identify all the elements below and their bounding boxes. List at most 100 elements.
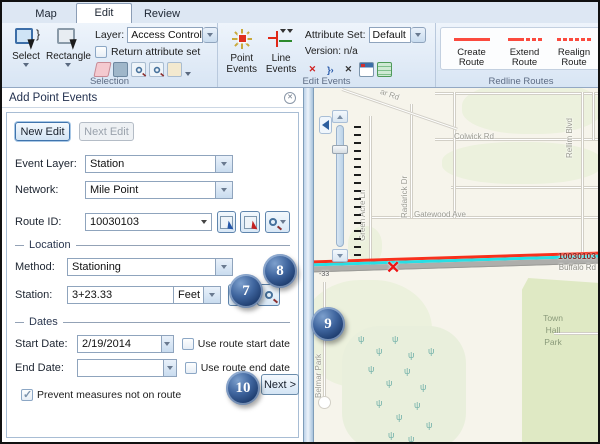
method-dropdown[interactable] — [216, 258, 233, 276]
method-value: Stationing — [67, 258, 216, 276]
event-layer-label: Event Layer: — [15, 158, 85, 170]
select-route-on-map-button[interactable] — [217, 211, 237, 233]
chevron-down-icon — [280, 220, 286, 224]
network-value: Mile Point — [85, 181, 216, 199]
location-section-separator: Location — [15, 239, 290, 251]
green-area — [442, 142, 598, 184]
selection-square-icon[interactable] — [113, 62, 128, 77]
zoom-tick — [354, 182, 361, 184]
move-event-icon[interactable]: ✕ — [341, 62, 356, 77]
point-events-icon — [229, 27, 255, 51]
layer-combo[interactable]: Access Control — [127, 27, 218, 43]
version-label: Version: n/a — [305, 46, 358, 57]
select-button[interactable]: } Select — [6, 25, 46, 75]
magnifier-icon — [269, 218, 277, 226]
close-icon[interactable]: ✕ — [284, 92, 296, 104]
zoom-in-button[interactable] — [332, 110, 348, 123]
rectangle-button[interactable]: Rectangle — [46, 25, 91, 75]
rectangle-select-icon — [56, 27, 80, 49]
zoom-tick — [354, 158, 361, 160]
station-units-dropdown[interactable] — [204, 286, 221, 304]
split-event-icon[interactable]: ✕ — [305, 62, 320, 77]
realign-route-button[interactable]: Realign Route — [551, 29, 597, 68]
network-dropdown[interactable] — [216, 181, 233, 199]
collapse-panel-button[interactable] — [319, 116, 332, 134]
callout-9: 9 — [311, 307, 345, 341]
zoom-tick — [354, 126, 361, 128]
return-attribute-set-checkbox[interactable] — [95, 46, 107, 58]
marsh-icon: ψ — [428, 346, 434, 356]
road-rellim — [581, 92, 584, 260]
clear-selection-icon[interactable] — [93, 62, 111, 77]
zoom-tick — [354, 230, 361, 232]
street-label-rellim: Rellim Blvd — [565, 100, 574, 158]
zoom-slider-track[interactable] — [336, 125, 344, 247]
zoom-tick — [354, 214, 361, 216]
road — [435, 92, 598, 95]
marsh-icon: ψ — [386, 378, 392, 388]
extend-route-button[interactable]: Extend Route — [498, 29, 551, 68]
marsh-icon: ψ — [388, 430, 394, 440]
station-input[interactable]: 3+23.33 — [67, 286, 174, 304]
line-events-button[interactable]: Line Events — [261, 25, 300, 75]
marsh-icon: ψ — [408, 350, 414, 360]
zoom-out-button[interactable] — [332, 249, 348, 262]
event-table-icon[interactable] — [377, 62, 392, 77]
chevron-down-icon[interactable] — [201, 220, 207, 224]
street-label-radarick: Radarick Dr — [400, 130, 409, 218]
next-edit-button[interactable]: Next Edit — [79, 122, 134, 141]
magnifier-icon — [265, 291, 273, 299]
tab-edit[interactable]: Edit — [76, 3, 132, 23]
chevron-down-icon[interactable] — [411, 27, 426, 43]
event-location-x-marker: ✕ — [386, 258, 400, 278]
app-window: Map Edit Review } Select Rectangle Layer… — [0, 0, 600, 444]
measure-label: -33 — [319, 271, 329, 278]
zoom-slider-thumb[interactable] — [332, 145, 348, 154]
event-window-icon[interactable] — [359, 62, 374, 77]
callout-7: 7 — [229, 274, 263, 308]
route-id-combo[interactable]: 10030103 — [85, 213, 212, 231]
next-button[interactable]: Next > — [261, 374, 299, 395]
new-edit-button[interactable]: New Edit — [15, 122, 70, 141]
marsh-icon: ψ — [396, 412, 402, 422]
zoom-slider[interactable] — [332, 110, 348, 262]
chevron-left-icon — [322, 120, 329, 130]
tab-map[interactable]: Map — [18, 4, 74, 23]
zoom-to-selection-icon[interactable] — [131, 62, 146, 77]
callout-8: 8 — [263, 254, 297, 288]
zoom-tick — [354, 190, 361, 192]
panel-map-splitter[interactable] — [304, 88, 314, 442]
create-route-button[interactable]: Create Route — [445, 29, 498, 68]
map-view[interactable]: ✕ ar Rd Colwick Rd Rellim Blvd Green Acr… — [314, 88, 598, 442]
end-date-input[interactable] — [77, 359, 164, 377]
use-route-start-date-checkbox[interactable] — [182, 338, 194, 350]
use-route-end-date-checkbox[interactable] — [185, 362, 197, 374]
zoom-tick — [354, 206, 361, 208]
realign-route-icon — [557, 37, 591, 41]
event-layer-dropdown[interactable] — [216, 155, 233, 173]
zoom-tick — [354, 238, 361, 240]
route-zoom-menu-button[interactable] — [265, 211, 290, 233]
zoom-tick — [354, 174, 361, 176]
map-select-red-icon — [244, 216, 257, 229]
point-events-button[interactable]: Point Events — [222, 25, 261, 75]
town-hall-park-label: TownHallPark — [536, 312, 570, 348]
start-date-label: Start Date: — [15, 338, 77, 350]
create-route-icon — [454, 37, 490, 41]
zoom-tick — [354, 142, 361, 144]
selection-options-icon[interactable] — [167, 62, 182, 77]
start-date-dropdown[interactable] — [162, 335, 174, 353]
map-select-blue-icon — [220, 216, 233, 229]
chevron-down-icon[interactable] — [185, 72, 191, 76]
panel-title-bar: Add Point Events ✕ — [2, 88, 303, 108]
end-date-dropdown[interactable] — [164, 359, 176, 377]
pan-to-selection-icon[interactable] — [149, 62, 164, 77]
prevent-measures-checkbox[interactable] — [21, 389, 33, 401]
tab-review[interactable]: Review — [134, 4, 190, 23]
select-route-red-button[interactable] — [240, 211, 260, 233]
chevron-down-icon[interactable] — [203, 27, 218, 43]
start-date-input[interactable]: 2/19/2014 — [77, 335, 162, 353]
attribute-set-combo[interactable]: Default — [369, 27, 426, 43]
group-redline-routes: Create Route Extend Route Realign Route … — [436, 23, 600, 87]
merge-events-icon[interactable]: }› — [323, 62, 338, 77]
